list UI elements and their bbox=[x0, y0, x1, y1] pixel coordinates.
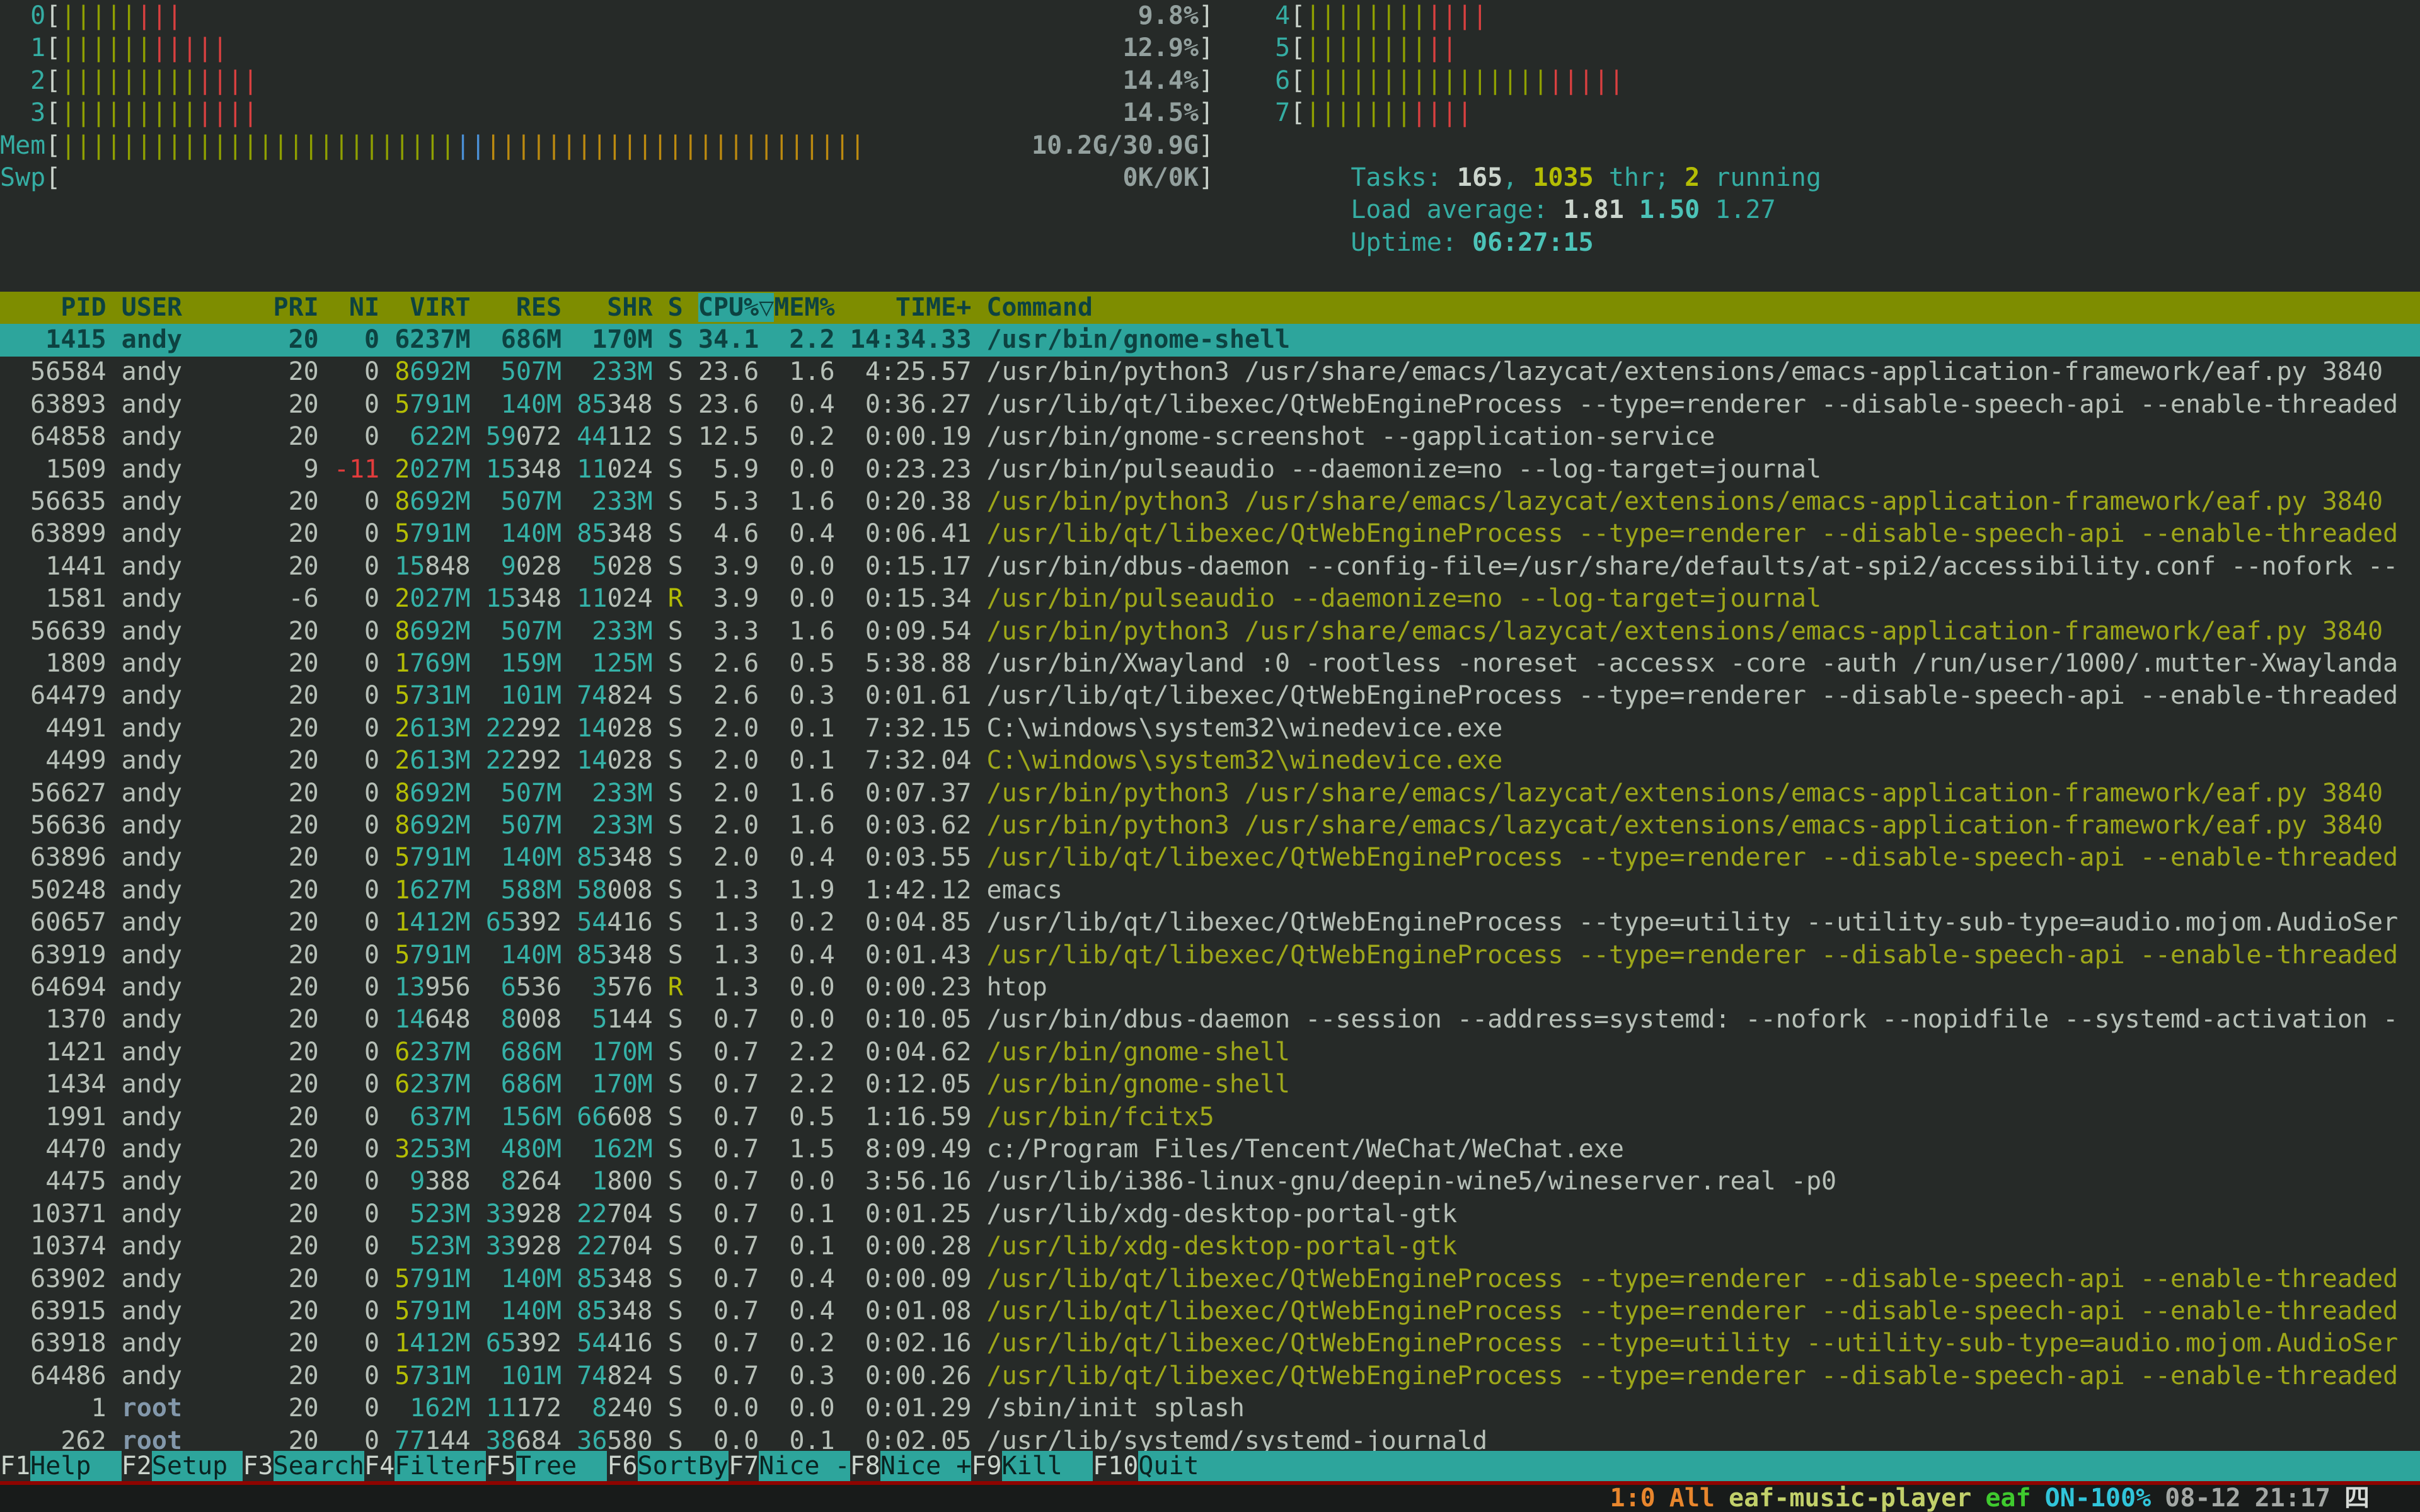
process-row-1370[interactable]: 1370 andy 20 0 14648 8008 5144 S 0.7 0.0… bbox=[0, 1004, 2420, 1036]
process-row-63918[interactable]: 63918 andy 20 0 1412M 65392 54416 S 0.7 … bbox=[0, 1327, 2420, 1360]
fkey-label-tree[interactable]: Tree bbox=[516, 1451, 608, 1481]
process-row-10374[interactable]: 10374 andy 20 0 523M 33928 22704 S 0.7 0… bbox=[0, 1230, 2420, 1263]
htop-terminal: 0[||||||||9.8%] 1[|||||||||||12.9%] 2[||… bbox=[0, 0, 2420, 1512]
process-row-1[interactable]: 1 root 20 0 162M 11172 8240 S 0.0 0.0 0:… bbox=[0, 1392, 2420, 1425]
fkey-f3[interactable]: F3 bbox=[243, 1451, 273, 1481]
process-row-63899[interactable]: 63899 andy 20 0 5791M 140M 85348 S 4.6 0… bbox=[0, 518, 2420, 551]
cpu-meter-6: 6[|||||||||||||||||||||28.2%] bbox=[1245, 65, 2420, 98]
fkey-label-filter[interactable]: Filter bbox=[395, 1451, 486, 1481]
fkey-f7[interactable]: F7 bbox=[729, 1451, 759, 1481]
cpu-meter-4: 4[||||||||||||16.1%] bbox=[1245, 0, 2420, 33]
fkey-label-nice-[interactable]: Nice - bbox=[759, 1451, 850, 1481]
uptime: Uptime: 06:27:15 bbox=[1290, 194, 2418, 227]
process-row-56584[interactable]: 56584 andy 20 0 8692M 507M 233M S 23.6 1… bbox=[0, 356, 2420, 389]
process-row-1434[interactable]: 1434 andy 20 0 6237M 686M 170M S 0.7 2.2… bbox=[0, 1068, 2420, 1101]
fkey-f9[interactable]: F9 bbox=[971, 1451, 1001, 1481]
uptime-value: 06:27:15 bbox=[1472, 228, 1594, 257]
process-row-4470[interactable]: 4470 andy 20 0 3253M 480M 162M S 0.7 1.5… bbox=[0, 1133, 2420, 1166]
process-row-64479[interactable]: 64479 andy 20 0 5731M 101M 74824 S 2.6 0… bbox=[0, 680, 2420, 713]
fkey-label-search[interactable]: Search bbox=[274, 1451, 365, 1481]
process-row-63919[interactable]: 63919 andy 20 0 5791M 140M 85348 S 1.3 0… bbox=[0, 939, 2420, 972]
process-row-56627[interactable]: 56627 andy 20 0 8692M 507M 233M S 2.0 1.… bbox=[0, 777, 2420, 810]
fkey-f2[interactable]: F2 bbox=[122, 1451, 152, 1481]
mode-indicator: eaf bbox=[1985, 1485, 2031, 1512]
table-header[interactable]: PID USER PRI NI VIRT RES SHR S CPU%▽MEM%… bbox=[0, 292, 2420, 324]
fkey-f4[interactable]: F4 bbox=[364, 1451, 395, 1481]
volume-indicator[interactable]: ON-100% bbox=[2045, 1485, 2152, 1512]
fkey-label-setup[interactable]: Setup bbox=[152, 1451, 243, 1481]
process-row-56635[interactable]: 56635 andy 20 0 8692M 507M 233M S 5.3 1.… bbox=[0, 486, 2420, 518]
process-row-64858[interactable]: 64858 andy 20 0 622M 59072 44112 S 12.5 … bbox=[0, 421, 2420, 454]
cpu-meter-7: 7[|||||||||||13.9%] bbox=[1245, 97, 2420, 130]
sort-column-cpu[interactable]: CPU%▽ bbox=[698, 293, 774, 322]
process-row-10371[interactable]: 10371 andy 20 0 523M 33928 22704 S 0.7 0… bbox=[0, 1198, 2420, 1231]
process-row-60657[interactable]: 60657 andy 20 0 1412M 65392 54416 S 1.3 … bbox=[0, 907, 2420, 939]
process-row-4491[interactable]: 4491 andy 20 0 2613M 22292 14028 S 2.0 0… bbox=[0, 713, 2420, 745]
fkey-label-kill[interactable]: Kill bbox=[1002, 1451, 1093, 1481]
process-row-1509[interactable]: 1509 andy 9 -11 2027M 15348 11024 S 5.9 … bbox=[0, 454, 2420, 486]
load-average: Load average: 1.81 1.50 1.27 bbox=[1290, 162, 2418, 195]
window-title: eaf-music-player bbox=[1729, 1485, 1971, 1512]
process-row-1991[interactable]: 1991 andy 20 0 637M 156M 66608 S 0.7 0.5… bbox=[0, 1101, 2420, 1134]
process-row-56636[interactable]: 56636 andy 20 0 8692M 507M 233M S 2.0 1.… bbox=[0, 810, 2420, 842]
process-row-1809[interactable]: 1809 andy 20 0 1769M 159M 125M S 2.6 0.5… bbox=[0, 648, 2420, 680]
status-weekday: 四 bbox=[2344, 1485, 2370, 1512]
status-time: 21:17 bbox=[2255, 1485, 2331, 1512]
process-row-1581[interactable]: 1581 andy -6 0 2027M 15348 11024 R 3.9 0… bbox=[0, 583, 2420, 616]
process-row-4475[interactable]: 4475 andy 20 0 9388 8264 1800 S 0.7 0.0 … bbox=[0, 1166, 2420, 1198]
fkey-label-help[interactable]: Help bbox=[30, 1451, 122, 1481]
desktop-status-bar: 1:0 All eaf-music-player eaf ON-100% 08-… bbox=[0, 1485, 2420, 1512]
uptime-label: Uptime: bbox=[1351, 228, 1472, 257]
process-row-63896[interactable]: 63896 andy 20 0 5791M 140M 85348 S 2.0 0… bbox=[0, 842, 2420, 874]
process-row-1441[interactable]: 1441 andy 20 0 15848 9028 5028 S 3.9 0.0… bbox=[0, 551, 2420, 583]
fkey-label-sortby[interactable]: SortBy bbox=[638, 1451, 729, 1481]
fkey-label-quit[interactable]: Quit bbox=[1138, 1451, 2420, 1481]
process-row-1421[interactable]: 1421 andy 20 0 6237M 686M 170M S 0.7 2.2… bbox=[0, 1036, 2420, 1069]
process-row-50248[interactable]: 50248 andy 20 0 1627M 588M 58008 S 1.3 1… bbox=[0, 874, 2420, 907]
process-row-1415[interactable]: 1415 andy 20 0 6237M 686M 170M S 34.1 2.… bbox=[0, 324, 2420, 357]
status-date: 08-12 bbox=[2165, 1485, 2240, 1512]
tag-indicator[interactable]: All bbox=[1669, 1485, 1715, 1512]
fkey-f6[interactable]: F6 bbox=[607, 1451, 637, 1481]
fkey-f5[interactable]: F5 bbox=[486, 1451, 516, 1481]
fkey-f8[interactable]: F8 bbox=[850, 1451, 880, 1481]
cpu-meter-5: 5[||||||||||14.3%] bbox=[1245, 32, 2420, 65]
process-row-56639[interactable]: 56639 andy 20 0 8692M 507M 233M S 3.3 1.… bbox=[0, 616, 2420, 648]
fkey-f10[interactable]: F10 bbox=[1093, 1451, 1138, 1481]
process-row-64694[interactable]: 64694 andy 20 0 13956 6536 3576 R 1.3 0.… bbox=[0, 971, 2420, 1004]
process-row-64486[interactable]: 64486 andy 20 0 5731M 101M 74824 S 0.7 0… bbox=[0, 1360, 2420, 1393]
process-row-63902[interactable]: 63902 andy 20 0 5791M 140M 85348 S 0.7 0… bbox=[0, 1263, 2420, 1296]
fkey-label-nice-[interactable]: Nice + bbox=[880, 1451, 972, 1481]
function-key-bar: F1Help F2Setup F3SearchF4FilterF5Tree F6… bbox=[0, 1451, 2420, 1481]
process-row-63893[interactable]: 63893 andy 20 0 5791M 140M 85348 S 23.6 … bbox=[0, 389, 2420, 421]
process-row-63915[interactable]: 63915 andy 20 0 5791M 140M 85348 S 0.7 0… bbox=[0, 1295, 2420, 1328]
workspace-indicator[interactable]: 1:0 bbox=[1610, 1485, 1656, 1512]
process-row-4499[interactable]: 4499 andy 20 0 2613M 22292 14028 S 2.0 0… bbox=[0, 745, 2420, 777]
fkey-f1[interactable]: F1 bbox=[0, 1451, 30, 1481]
tasks-summary: Tasks: 165, 1035 thr; 2 running bbox=[1290, 130, 2418, 163]
